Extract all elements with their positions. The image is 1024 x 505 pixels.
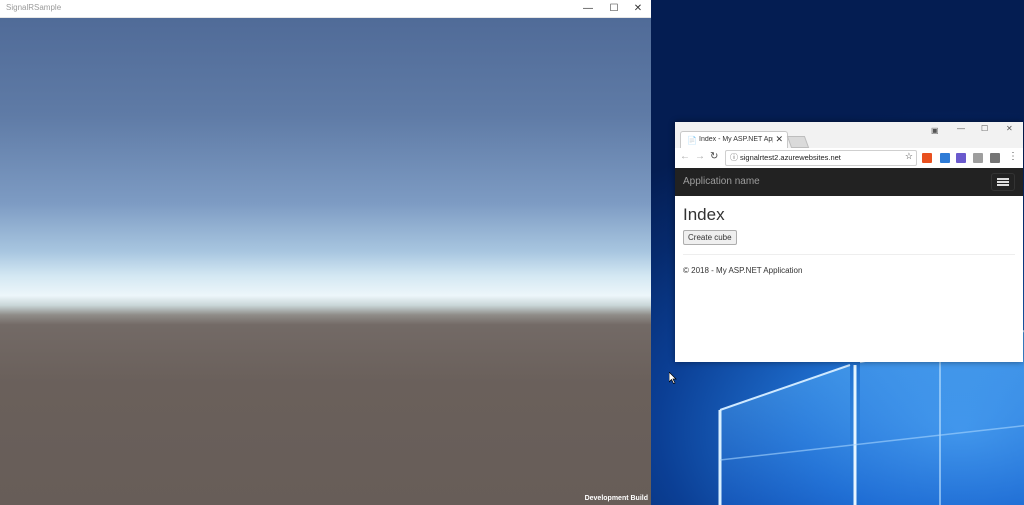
profile-icon[interactable]: ▣: [931, 126, 939, 135]
hamburger-menu-icon[interactable]: [991, 173, 1015, 191]
site-navbar: Application name: [675, 168, 1023, 196]
browser-window: 📄 Index - My ASP.NET App ✕ ▣ — ☐ ✕ ← → ↻…: [675, 122, 1023, 362]
back-arrow-icon[interactable]: ←: [680, 151, 690, 162]
unity-titlebar[interactable]: SignalRSample — ☐ ✕: [0, 0, 651, 18]
extension-icon-2[interactable]: [940, 153, 950, 163]
extension-icon-3[interactable]: [956, 153, 966, 163]
tab-close-button[interactable]: ✕: [775, 134, 783, 145]
unity-window: SignalRSample — ☐ ✕ Development Build: [0, 0, 651, 505]
browser-menu-icon[interactable]: ⋮: [1008, 151, 1018, 162]
forward-arrow-icon[interactable]: →: [695, 151, 705, 162]
browser-maximize-button[interactable]: ☐: [981, 124, 988, 133]
star-icon[interactable]: ☆: [905, 151, 913, 162]
site-brand-link[interactable]: Application name: [683, 176, 760, 187]
extension-icon-1[interactable]: [922, 153, 932, 163]
browser-toolbar: ← → ↻ ⓘ signalrtest2.azurewebsites.net ☆…: [675, 148, 1023, 169]
mouse-cursor-icon: [669, 372, 677, 384]
development-build-label: Development Build: [584, 495, 648, 502]
site-footer: © 2018 - My ASP.NET Application: [683, 266, 803, 275]
browser-minimize-button[interactable]: —: [957, 124, 965, 133]
extension-icon-5[interactable]: [990, 153, 1000, 163]
unity-minimize-button[interactable]: —: [575, 0, 601, 17]
browser-tab-strip[interactable]: 📄 Index - My ASP.NET App ✕ ▣ — ☐ ✕: [675, 122, 1023, 149]
new-tab-button[interactable]: [786, 136, 810, 148]
page-title: Index: [683, 205, 725, 224]
address-bar[interactable]: ⓘ signalrtest2.azurewebsites.net ☆: [725, 150, 917, 166]
create-cube-button[interactable]: Create cube: [683, 230, 737, 245]
reload-icon[interactable]: ↻: [710, 151, 718, 162]
footer-divider: [683, 254, 1015, 255]
unity-maximize-button[interactable]: ☐: [601, 0, 627, 17]
info-icon[interactable]: ⓘ: [730, 152, 738, 163]
unity-game-viewport[interactable]: Development Build: [0, 18, 651, 505]
unity-window-title: SignalRSample: [6, 3, 62, 12]
browser-close-button[interactable]: ✕: [1006, 124, 1013, 133]
tab-page-icon: 📄: [687, 136, 697, 145]
extension-icon-4[interactable]: [973, 153, 983, 163]
tab-title: Index - My ASP.NET App: [699, 136, 773, 143]
address-url: signalrtest2.azurewebsites.net: [740, 153, 841, 162]
unity-close-button[interactable]: ✕: [625, 0, 651, 17]
browser-tab[interactable]: 📄 Index - My ASP.NET App ✕: [680, 131, 788, 149]
